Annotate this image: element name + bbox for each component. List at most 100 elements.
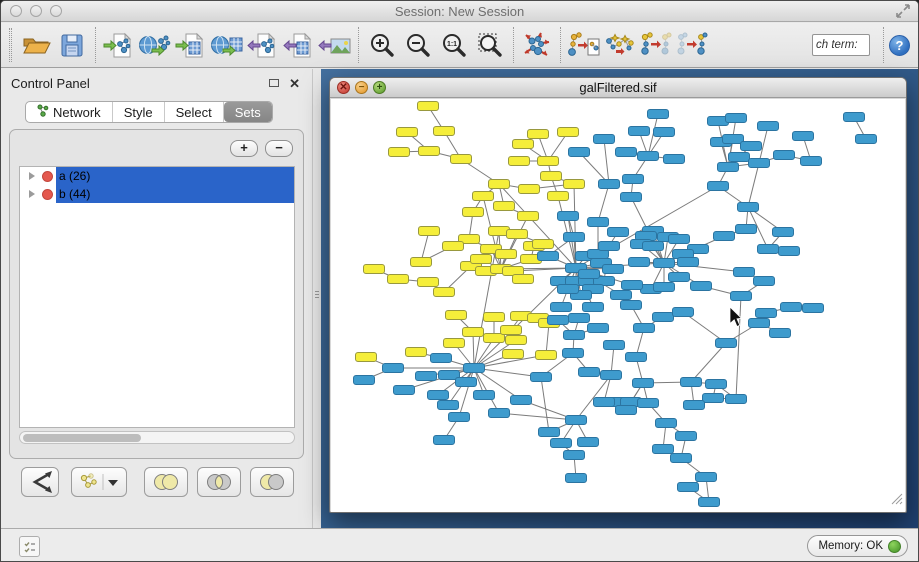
- graph-node[interactable]: [749, 159, 770, 168]
- first-neighbors-icon[interactable]: [602, 26, 638, 64]
- graph-node[interactable]: [691, 282, 712, 291]
- graph-node[interactable]: [781, 303, 802, 312]
- graph-node[interactable]: [444, 339, 465, 348]
- graph-node[interactable]: [601, 371, 622, 380]
- list-item[interactable]: b (44): [20, 185, 294, 203]
- graph-node[interactable]: [383, 364, 404, 373]
- graph-node[interactable]: [638, 399, 659, 408]
- graph-node[interactable]: [564, 331, 585, 340]
- graph-node[interactable]: [474, 391, 495, 400]
- graph-node[interactable]: [539, 428, 560, 437]
- graph-node[interactable]: [431, 354, 452, 363]
- graph-node[interactable]: [729, 153, 750, 162]
- graph-node[interactable]: [563, 349, 584, 358]
- tab-select[interactable]: Select: [165, 102, 224, 122]
- add-set-button[interactable]: +: [230, 140, 258, 157]
- memory-status-button[interactable]: Memory: OK: [807, 535, 908, 557]
- list-item[interactable]: a (26): [20, 167, 294, 185]
- graph-node[interactable]: [629, 127, 650, 136]
- graph-node[interactable]: [638, 152, 659, 161]
- graph-node[interactable]: [569, 148, 590, 157]
- graph-node[interactable]: [494, 202, 515, 211]
- graph-node[interactable]: [669, 235, 690, 244]
- graph-node[interactable]: [756, 309, 777, 318]
- graph-edge[interactable]: [499, 413, 576, 420]
- graph-node[interactable]: [676, 432, 697, 441]
- graph-node[interactable]: [354, 376, 375, 385]
- splitter-grip[interactable]: [315, 291, 319, 300]
- export-image-icon[interactable]: [317, 26, 353, 64]
- graph-edge[interactable]: [604, 139, 609, 184]
- graph-node[interactable]: [418, 278, 439, 287]
- graph-node[interactable]: [394, 386, 415, 395]
- graph-node[interactable]: [566, 474, 587, 483]
- graph-node[interactable]: [718, 163, 739, 172]
- graph-node[interactable]: [583, 303, 604, 312]
- graph-edge[interactable]: [541, 377, 549, 432]
- graph-node[interactable]: [456, 378, 477, 387]
- graph-node[interactable]: [558, 285, 579, 294]
- graph-node[interactable]: [419, 147, 440, 156]
- graph-node[interactable]: [428, 391, 449, 400]
- graph-node[interactable]: [616, 406, 637, 415]
- split-sets-button[interactable]: [21, 467, 59, 497]
- graph-node[interactable]: [528, 130, 549, 139]
- expand-arrow-icon[interactable]: [29, 190, 35, 198]
- graph-node[interactable]: [558, 128, 579, 137]
- graph-node[interactable]: [533, 240, 554, 249]
- window-titlebar[interactable]: Session: New Session: [1, 1, 918, 22]
- graph-node[interactable]: [548, 192, 569, 201]
- graph-node[interactable]: [723, 135, 744, 144]
- graph-node[interactable]: [509, 157, 530, 166]
- graph-node[interactable]: [671, 454, 692, 463]
- graph-node[interactable]: [622, 281, 643, 290]
- graph-node[interactable]: [506, 336, 527, 345]
- graph-node[interactable]: [611, 291, 632, 300]
- graph-node[interactable]: [603, 265, 624, 274]
- graph-node[interactable]: [588, 324, 609, 333]
- export-table-icon[interactable]: [281, 26, 317, 64]
- zoom-out-icon[interactable]: [400, 26, 436, 64]
- network-canvas[interactable]: [331, 99, 905, 512]
- search-input[interactable]: ch term:: [812, 34, 870, 56]
- import-table-url-icon[interactable]: [209, 26, 245, 64]
- graph-node[interactable]: [734, 268, 755, 277]
- graph-node[interactable]: [803, 304, 824, 313]
- graph-node[interactable]: [438, 401, 459, 410]
- hide-selected-icon[interactable]: [638, 26, 674, 64]
- graph-node[interactable]: [731, 292, 752, 301]
- graph-node[interactable]: [389, 148, 410, 157]
- graph-node[interactable]: [714, 232, 735, 241]
- graph-node[interactable]: [564, 180, 585, 189]
- graph-node[interactable]: [616, 148, 637, 157]
- graph-node[interactable]: [678, 483, 699, 492]
- graph-node[interactable]: [621, 301, 642, 310]
- graph-node[interactable]: [531, 373, 552, 382]
- graph-edge[interactable]: [691, 343, 726, 382]
- graph-edge[interactable]: [748, 163, 759, 207]
- graph-node[interactable]: [741, 142, 762, 151]
- graph-node[interactable]: [648, 110, 669, 119]
- save-session-button[interactable]: [54, 26, 90, 64]
- expand-arrow-icon[interactable]: [29, 172, 35, 180]
- graph-node[interactable]: [518, 212, 539, 221]
- graph-edge[interactable]: [459, 368, 474, 417]
- graph-node[interactable]: [653, 445, 674, 454]
- graph-node[interactable]: [364, 265, 385, 274]
- graph-node[interactable]: [538, 157, 559, 166]
- graph-node[interactable]: [594, 398, 615, 407]
- graph-edge[interactable]: [598, 184, 609, 222]
- graph-node[interactable]: [564, 233, 585, 242]
- graph-node[interactable]: [503, 350, 524, 359]
- graph-node[interactable]: [536, 351, 557, 360]
- graph-node[interactable]: [773, 228, 794, 237]
- graph-node[interactable]: [801, 157, 822, 166]
- graph-node[interactable]: [643, 242, 664, 251]
- fullscreen-icon[interactable]: [896, 4, 910, 23]
- venn-union-button[interactable]: [144, 467, 188, 497]
- graph-node[interactable]: [793, 132, 814, 141]
- graph-node[interactable]: [633, 379, 654, 388]
- graph-node[interactable]: [416, 372, 437, 381]
- graph-node[interactable]: [708, 182, 729, 191]
- graph-node[interactable]: [634, 324, 655, 333]
